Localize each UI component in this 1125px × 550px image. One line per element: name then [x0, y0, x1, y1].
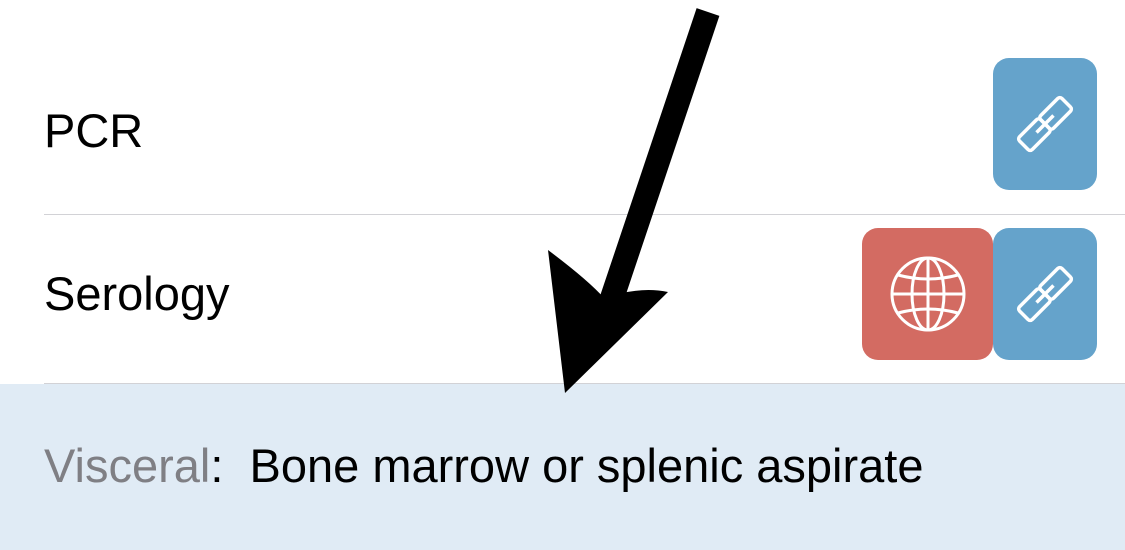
web-button-serology[interactable]	[862, 228, 993, 360]
row-label-pcr: PCR	[44, 104, 144, 157]
link-button-pcr[interactable]	[993, 58, 1097, 190]
label-separator: :	[210, 439, 224, 492]
list-row-pcr[interactable]: PCR	[0, 42, 1125, 214]
visceral-text: Visceral: Bone marrow or splenic aspirat…	[44, 442, 924, 489]
link-icon	[1016, 95, 1074, 153]
globe-icon	[890, 256, 965, 332]
link-button-serology[interactable]	[993, 228, 1097, 360]
screen: PCR Serology Visceral: Bone marrow or sp…	[0, 0, 1125, 550]
visceral-label: Visceral	[44, 439, 211, 492]
link-icon	[1016, 265, 1074, 323]
row-label-serology: Serology	[44, 267, 230, 320]
visceral-value: Bone marrow or splenic aspirate	[249, 439, 924, 492]
visceral-info-row: Visceral: Bone marrow or splenic aspirat…	[0, 384, 1125, 550]
